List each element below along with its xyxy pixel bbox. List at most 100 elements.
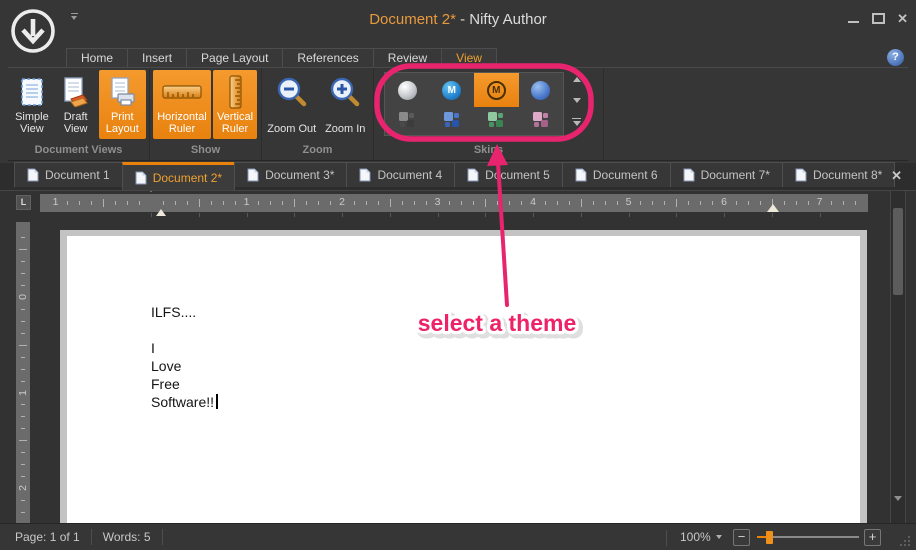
ruler-tick: [760, 201, 761, 205]
document-icon: [359, 168, 371, 182]
skin-blue-squares[interactable]: [430, 107, 475, 133]
ruler-tick: [390, 199, 391, 207]
word-count: Words: 5: [103, 530, 151, 544]
document-text-line: [151, 321, 860, 339]
skin-gray-squares[interactable]: [385, 107, 430, 133]
ruler-subtick: [199, 213, 200, 217]
skin-green-squares[interactable]: [474, 107, 519, 133]
zoom-slider-thumb[interactable]: [766, 531, 773, 544]
document-icon: [467, 168, 479, 182]
vertical-ruler-icon: [222, 74, 248, 110]
gallery-scroll-up-icon[interactable]: [570, 73, 583, 86]
doctab-document-4[interactable]: Document 4: [346, 162, 455, 187]
dark-m-icon: M: [487, 81, 506, 100]
simple-view-button[interactable]: Simple View: [11, 70, 53, 139]
draft-view-button[interactable]: Draft View: [55, 70, 97, 139]
ruler-tick: [139, 201, 140, 205]
print-layout-button[interactable]: Print Layout: [99, 70, 146, 139]
ruler-subtick: [247, 213, 248, 217]
document-text[interactable]: ILFS.... ILoveFreeSoftware!!: [67, 236, 860, 411]
ruler-number: 6: [721, 196, 727, 208]
group-show: Horizontal Ruler: [150, 68, 262, 160]
maximize-button[interactable]: [872, 13, 885, 24]
chevron-down-icon: [716, 535, 722, 539]
window-title: Document 2* - Nifty Author: [0, 11, 916, 28]
doctab-document-8[interactable]: Document 8*: [782, 162, 895, 187]
indent-marker[interactable]: [146, 192, 157, 210]
ruler-subtick: [438, 213, 439, 217]
ruler-tick: [21, 381, 25, 382]
ruler-subtick: [294, 213, 295, 217]
gray-squares-icon: [399, 112, 415, 128]
tab-home[interactable]: Home: [66, 48, 128, 68]
minimize-button[interactable]: [848, 12, 860, 24]
gallery-scroll-down-icon[interactable]: [570, 94, 583, 107]
ruler-tick: [67, 201, 68, 205]
ruler-number: 5: [626, 196, 632, 208]
doctab-document-2[interactable]: Document 2*: [122, 162, 235, 190]
doctab-document-5[interactable]: Document 5: [454, 162, 563, 187]
tab-review[interactable]: Review: [373, 48, 442, 68]
document-text-line: Love: [151, 357, 860, 375]
doctab-document-7[interactable]: Document 7*: [670, 162, 783, 187]
gallery-dropdown-icon[interactable]: [570, 115, 583, 128]
ruler-tick: [21, 333, 25, 334]
close-button[interactable]: ✕: [897, 12, 908, 25]
group-label-zoom: Zoom: [262, 141, 373, 160]
zoom-slider-plus-button[interactable]: +: [864, 529, 881, 546]
ruler-tick: [21, 512, 25, 513]
doctab-document-3[interactable]: Document 3*: [234, 162, 347, 187]
doctab-label: Document 7*: [701, 168, 770, 182]
zoom-slider-minus-button[interactable]: −: [733, 529, 750, 546]
zoom-out-icon: [276, 74, 308, 110]
ruler-tick: [688, 201, 689, 205]
blue-m-icon: M: [442, 81, 461, 100]
ruler-tick: [748, 201, 749, 205]
help-icon[interactable]: ?: [887, 49, 904, 66]
scroll-down-icon[interactable]: [894, 501, 902, 519]
ruler-tick: [712, 201, 713, 205]
ruler-tick: [21, 273, 25, 274]
ruler-tick: [21, 261, 25, 262]
ruler-subtick: [533, 213, 534, 217]
horizontal-ruler-button[interactable]: Horizontal Ruler: [153, 70, 211, 139]
tab-page-layout[interactable]: Page Layout: [186, 48, 283, 68]
group-skins: M M: [374, 68, 604, 160]
green-squares-icon: [488, 112, 504, 128]
close-document-icon[interactable]: ✕: [891, 168, 902, 184]
vertical-ruler-button[interactable]: Vertical Ruler: [213, 70, 257, 139]
page-canvas[interactable]: ILFS.... ILoveFreeSoftware!!: [67, 236, 860, 523]
document-icon: [27, 168, 39, 182]
tab-view[interactable]: View: [441, 48, 497, 68]
page-count: Page: 1 of 1: [15, 530, 80, 544]
tab-insert[interactable]: Insert: [127, 48, 187, 68]
ruler-subtick: [820, 213, 821, 217]
skin-orange-m-selected[interactable]: M: [474, 73, 519, 107]
zoom-in-icon: [329, 74, 361, 110]
resize-grip[interactable]: [900, 534, 912, 546]
skin-pink-squares[interactable]: [519, 107, 564, 133]
zoom-in-button[interactable]: Zoom In: [320, 70, 370, 139]
doctab-document-1[interactable]: Document 1: [14, 162, 123, 187]
skin-blue-sphere[interactable]: [519, 73, 564, 107]
ruler-tick: [235, 201, 236, 205]
zoom-percent-dropdown[interactable]: 100%: [680, 530, 722, 544]
scrollbar-thumb[interactable]: [893, 208, 903, 295]
right-indent-marker[interactable]: [767, 204, 779, 212]
vertical-scrollbar[interactable]: [890, 191, 906, 523]
ruler-number: 1: [244, 196, 250, 208]
zoom-out-button[interactable]: Zoom Out: [265, 70, 318, 139]
tabstop-selector[interactable]: L: [16, 195, 31, 210]
ruler-subtick: [629, 213, 630, 217]
skin-silver-sphere[interactable]: [385, 73, 430, 107]
tab-references[interactable]: References: [282, 48, 373, 68]
app-logo-icon[interactable]: [10, 8, 56, 54]
ruler-tick: [19, 440, 27, 441]
ruler-tick: [21, 309, 25, 310]
doctab-document-6[interactable]: Document 6: [562, 162, 671, 187]
ruler-tick: [21, 476, 25, 477]
ruler-tick: [294, 199, 295, 207]
status-bar: Page: 1 of 1 Words: 5 100% − +: [0, 523, 916, 550]
document-tab-bar: Document 1 Document 2* Document 3* Docum…: [0, 163, 916, 191]
skin-blue-m[interactable]: M: [430, 73, 475, 107]
